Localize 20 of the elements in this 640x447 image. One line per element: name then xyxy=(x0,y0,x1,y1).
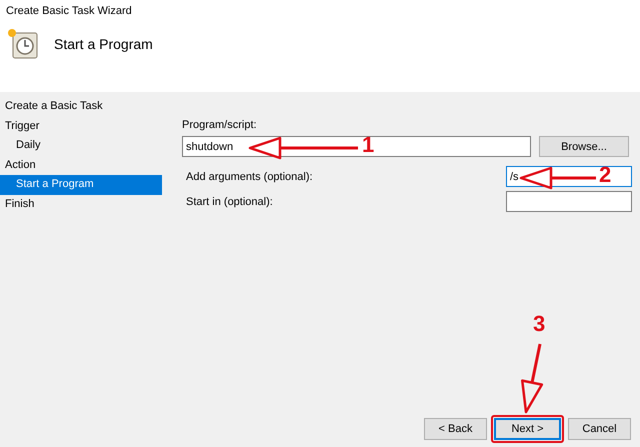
step-item[interactable]: Finish xyxy=(0,194,162,214)
clock-icon xyxy=(6,27,40,61)
wizard-button[interactable]: < Back xyxy=(424,418,487,440)
step-item[interactable]: Daily xyxy=(0,136,162,156)
field-label: Program/script: xyxy=(182,119,258,131)
window-title: Create Basic Task Wizard xyxy=(6,5,133,17)
page-title: Start a Program xyxy=(54,36,153,52)
step-item[interactable]: Action xyxy=(0,156,162,175)
step-number: 3 xyxy=(533,313,546,335)
field-label: Start in (optional): xyxy=(186,196,273,208)
wizard-button[interactable]: Next > xyxy=(494,418,561,440)
step-number: 2 xyxy=(599,164,612,186)
step-number: 1 xyxy=(362,134,374,156)
browse-button[interactable]: Browse... xyxy=(539,136,629,157)
step-item[interactable]: Create a Basic Task xyxy=(0,97,162,116)
wizard-button[interactable]: Cancel xyxy=(568,418,631,440)
step-item[interactable]: Trigger xyxy=(0,116,162,136)
start-in-field[interactable] xyxy=(506,191,632,212)
field-label: Add arguments (optional): xyxy=(186,170,313,182)
step-item[interactable]: Start a Program xyxy=(0,175,162,194)
